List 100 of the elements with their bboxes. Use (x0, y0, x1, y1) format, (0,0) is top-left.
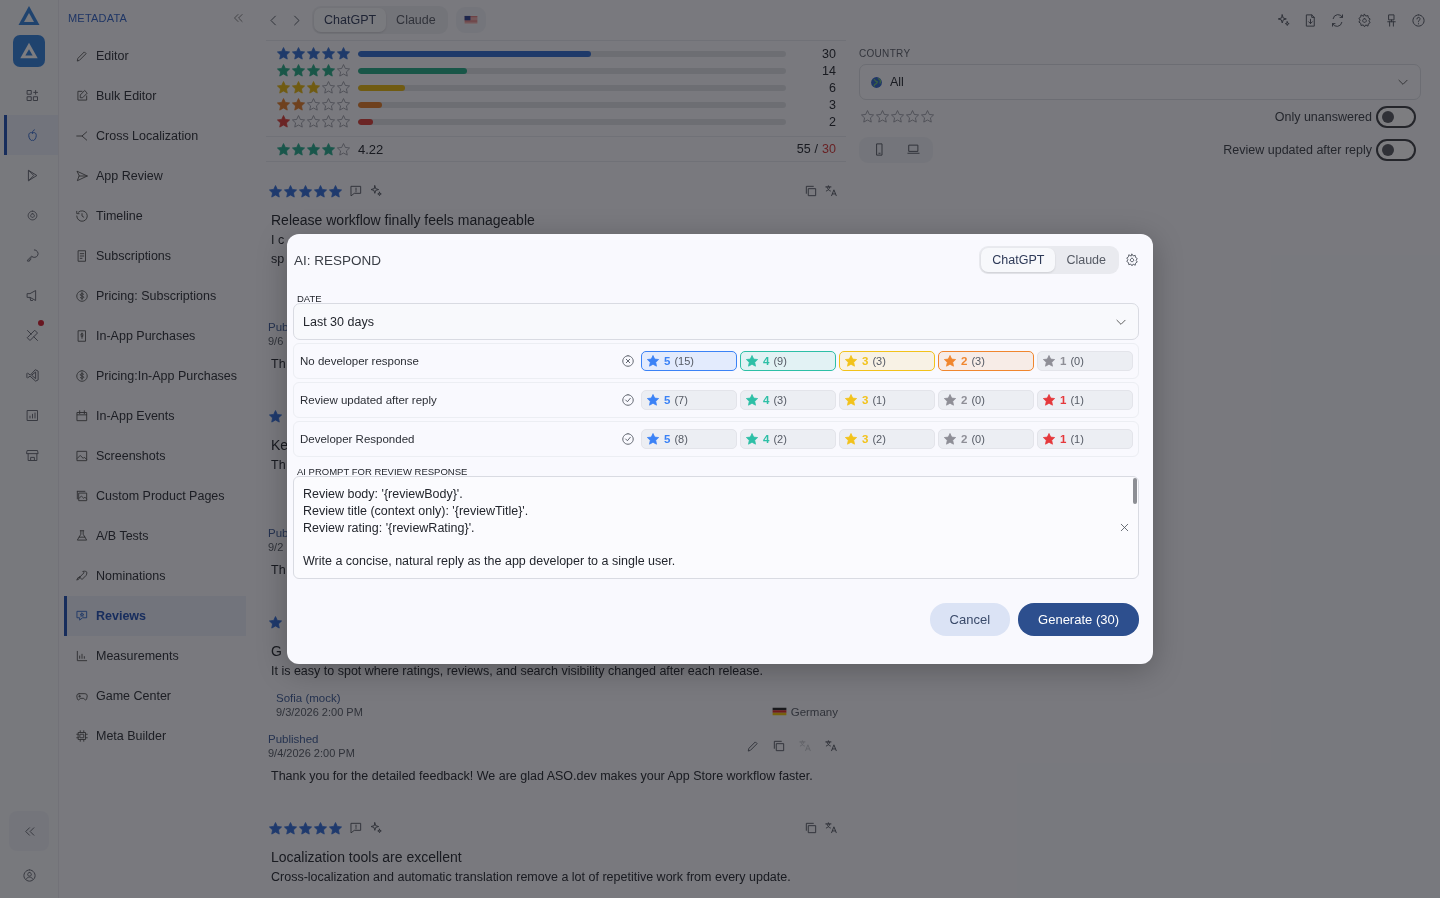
rating-chip[interactable]: 5 (7) (641, 390, 737, 410)
globe-icon (870, 75, 883, 89)
sidebar-item[interactable]: In-App Purchases (64, 316, 246, 356)
comment-icon[interactable] (349, 184, 363, 198)
rating-chip[interactable]: 3 (3) (839, 351, 935, 371)
star-icon (283, 183, 298, 199)
sidebar-item[interactable]: Measurements (64, 636, 246, 676)
filter-label: No developer response (300, 355, 420, 367)
toggle-label: Review updated after reply (1223, 142, 1372, 157)
rating-chip[interactable]: 2 (0) (938, 429, 1034, 449)
model-tab[interactable]: ChatGPT (981, 248, 1056, 272)
copy-icon[interactable] (804, 184, 818, 198)
sidebar-item[interactable]: Bulk Editor (64, 76, 246, 116)
toggle-switch[interactable] (1376, 138, 1416, 161)
rating-chip[interactable]: 1 (0) (1037, 351, 1133, 371)
rating-chip[interactable]: 1 (1) (1037, 429, 1133, 449)
section-heading: METADATA (68, 12, 128, 24)
translate-icon[interactable] (824, 184, 838, 198)
collapse-icon[interactable] (231, 11, 245, 25)
sidebar-item[interactable]: App Review (64, 156, 246, 196)
rating-chip[interactable]: 4 (2) (740, 429, 836, 449)
sparkle-icon[interactable] (369, 184, 383, 198)
collapse-button[interactable] (9, 811, 49, 851)
rating-chip[interactable]: 5 (15) (641, 351, 737, 371)
help-icon[interactable] (1411, 12, 1426, 28)
star-icon (276, 46, 291, 61)
comment-icon[interactable] (349, 821, 363, 835)
eye-icon (25, 207, 40, 223)
chip-icon (75, 729, 89, 743)
store-icon (25, 447, 40, 463)
chart-icon (75, 649, 89, 663)
sidebar-item[interactable]: Nominations (64, 556, 246, 596)
sidebar-item[interactable]: Game Center (64, 676, 246, 716)
refresh-icon[interactable] (1330, 12, 1345, 28)
settings-icon[interactable] (1125, 253, 1139, 267)
settings-icon[interactable] (1357, 12, 1372, 28)
sidebar-item[interactable]: Editor (64, 36, 246, 76)
rating-chip[interactable]: 5 (8) (641, 429, 737, 449)
model-tab[interactable]: ChatGPT (314, 8, 387, 32)
star-icon (291, 97, 306, 112)
filter-label: Review updated after reply (300, 394, 438, 406)
star-icon (313, 820, 328, 836)
copy-icon[interactable] (772, 739, 786, 753)
rating-chip[interactable]: 1 (1) (1037, 390, 1133, 410)
rating-chip[interactable]: 3 (1) (839, 390, 935, 410)
app-icon[interactable] (13, 35, 45, 67)
dialog-title: AI: RESPOND (293, 252, 382, 268)
model-tab[interactable]: Claude (1055, 248, 1117, 272)
country-select[interactable]: All (859, 64, 1421, 100)
rail-tab[interactable] (4, 115, 58, 155)
sidebar-item[interactable]: Custom Product Pages (64, 476, 246, 516)
toggle-switch[interactable] (1376, 105, 1416, 128)
receipt-icon (75, 249, 89, 263)
key-icon (25, 247, 40, 263)
review-title: Ke (270, 436, 289, 455)
sparkle-icon[interactable] (369, 821, 383, 835)
prompt-field[interactable]: Review body: '{reviewBody}'. Review title (context only): '{reviewTitle}'. Review rating: '{reviewRating}'. Write a concise, natural reply as the app developer to a single user. (293, 476, 1139, 579)
rating-chip[interactable]: 3 (2) (839, 429, 935, 449)
translate-icon[interactable] (824, 821, 838, 835)
sidebar-item[interactable]: Pricing:In-App Purchases (64, 356, 246, 396)
sidebar-item[interactable]: Timeline (64, 196, 246, 236)
sidebar-item[interactable]: In-App Events (64, 396, 246, 436)
average-rating: 4.22 (358, 141, 384, 157)
cancel-button[interactable]: Cancel (929, 603, 1011, 636)
pencil-icon[interactable] (746, 739, 760, 753)
field-label: AI PROMPT FOR REVIEW RESPONSE (297, 466, 469, 477)
reply-date: 9/2 (268, 540, 285, 554)
sidebar-item[interactable]: Subscriptions (64, 236, 246, 276)
file-download-icon[interactable] (1303, 12, 1318, 28)
user-icon (21, 867, 37, 883)
rating-chip[interactable]: 4 (9) (740, 351, 836, 371)
star-icon (306, 80, 321, 95)
sidebar-item[interactable]: Screenshots (64, 436, 246, 476)
laptop-icon (905, 142, 921, 157)
sidebar-item[interactable]: Pricing: Subscriptions (64, 276, 246, 316)
scrollbar[interactable] (1133, 478, 1137, 504)
reply-date: 9/4/2026 2:00 PM (268, 746, 355, 760)
rating-chip[interactable]: 4 (3) (740, 390, 836, 410)
sidebar-item[interactable]: Meta Builder (64, 716, 246, 756)
sidebar-item[interactable]: A/B Tests (64, 516, 246, 556)
date-select[interactable]: Last 30 days (293, 303, 1139, 340)
generate-button[interactable]: Generate (30) (1018, 603, 1139, 636)
translate-icon[interactable] (824, 739, 838, 753)
model-tab[interactable]: Claude (386, 8, 446, 32)
copy-icon[interactable] (804, 821, 818, 835)
star-icon (336, 141, 351, 157)
clear-icon[interactable] (1118, 521, 1131, 534)
robot-icon[interactable] (1384, 12, 1399, 28)
star-icon (306, 46, 321, 61)
star-icon (321, 114, 336, 129)
country-button[interactable] (455, 7, 486, 33)
sparkle-icon[interactable] (1276, 12, 1291, 28)
rating-chip[interactable]: 2 (3) (938, 351, 1034, 371)
rating-chip[interactable]: 2 (0) (938, 390, 1034, 410)
toggle-label: Only unanswered (1274, 109, 1372, 124)
field-label: COUNTRY (859, 48, 912, 59)
sidebar-item[interactable]: Reviews (64, 596, 246, 636)
sidebar-item[interactable]: Cross Localization (64, 116, 246, 156)
author-name[interactable]: Sofia (mock) (276, 691, 363, 705)
star-icon (321, 46, 336, 61)
